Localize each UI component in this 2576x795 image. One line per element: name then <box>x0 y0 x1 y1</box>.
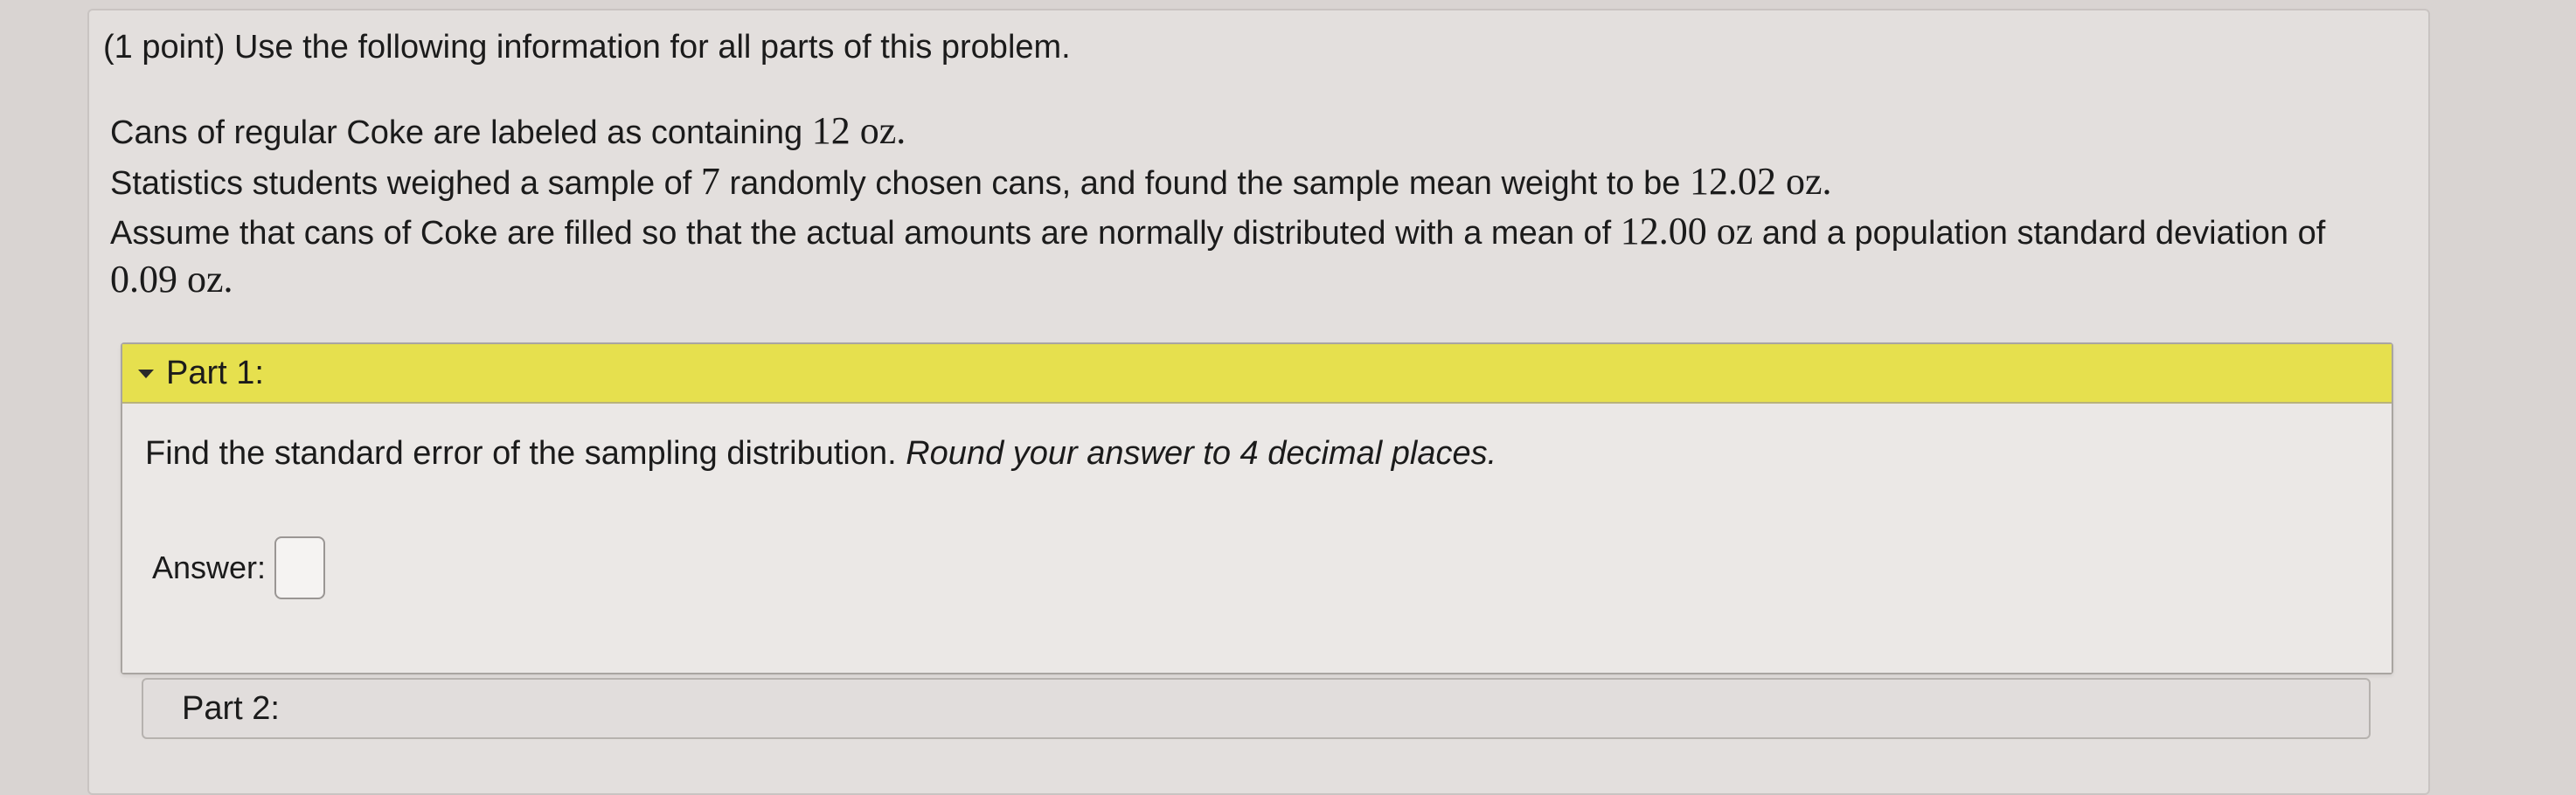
info-line-2-text-b: randomly chosen cans, and found the samp… <box>719 165 1690 202</box>
answer-label: Answer: <box>152 550 267 585</box>
info-line-1-text: Cans of regular Coke are labeled as cont… <box>110 114 812 151</box>
part-2-title: Part 2: <box>182 689 280 727</box>
info-line-4: 0.09 oz. <box>110 255 2325 306</box>
info-line-1: Cans of regular Coke are labeled as cont… <box>110 107 2325 157</box>
rounding-instruction: Round your answer to 4 decimal places. <box>906 435 1497 472</box>
info-line-3-text-a: Assume that cans of Coke are filled so t… <box>110 215 1621 252</box>
part-1-header[interactable]: Part 1: <box>122 344 2392 404</box>
population-standard-deviation: 0.09 oz. <box>110 258 233 301</box>
population-mean: 12.00 oz <box>1620 210 1753 252</box>
part-1-body: Find the standard error of the sampling … <box>122 404 2392 673</box>
part-2-header[interactable]: Part 2: <box>142 678 2371 739</box>
answer-input[interactable] <box>274 536 326 599</box>
problem-information: Cans of regular Coke are labeled as cont… <box>110 107 2325 306</box>
question-text: Find the standard error of the sampling … <box>145 435 906 472</box>
info-line-2-text-a: Statistics students weighed a sample of <box>110 165 701 202</box>
answer-row: Answer: <box>152 536 326 599</box>
caret-down-icon[interactable] <box>138 370 154 378</box>
problem-intro: (1 point) Use the following information … <box>103 29 1071 66</box>
info-line-3: Assume that cans of Coke are filled so t… <box>110 208 2325 257</box>
part-1-question: Find the standard error of the sampling … <box>145 435 1496 473</box>
info-line-3-text-b: and a population standard deviation of <box>1753 215 2326 252</box>
part-1-title: Part 1: <box>166 354 264 391</box>
part-1-section: Part 1: Find the standard error of the s… <box>121 342 2393 674</box>
sample-mean: 12.02 oz. <box>1689 160 1832 203</box>
info-line-2: Statistics students weighed a sample of … <box>110 157 2325 208</box>
sample-size: 7 <box>700 160 720 203</box>
labeled-weight: 12 oz. <box>811 109 906 152</box>
